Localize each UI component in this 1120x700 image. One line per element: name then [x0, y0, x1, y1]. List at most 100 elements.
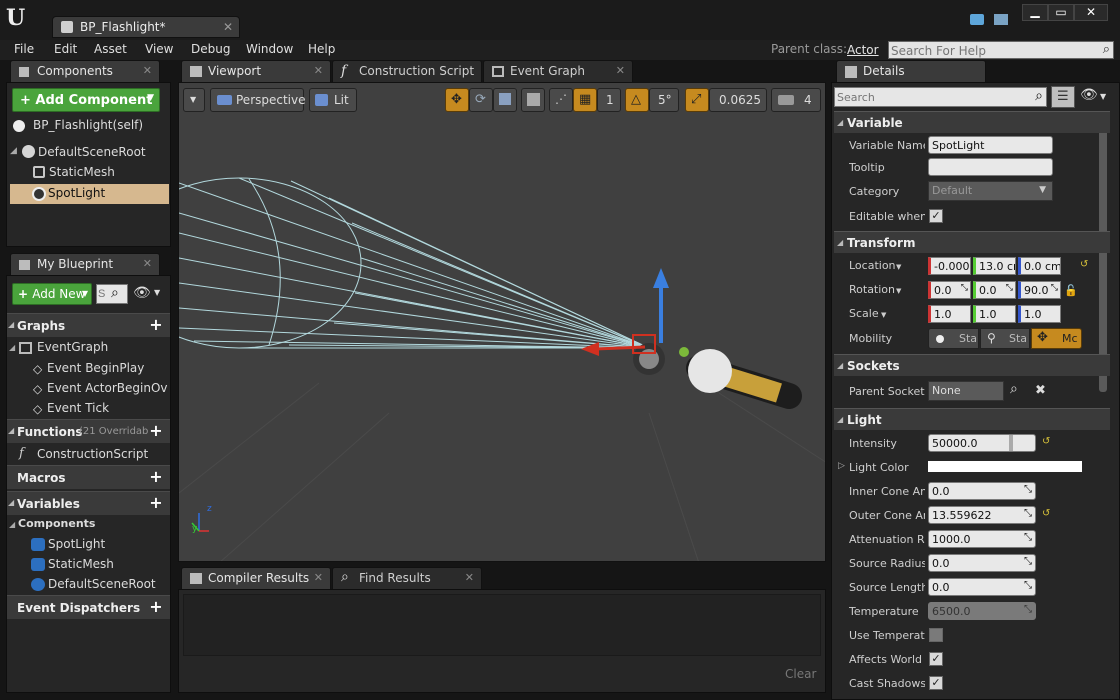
lock-icon[interactable]: 🔓	[1064, 284, 1078, 297]
outer-cone-field[interactable]: 13.559622 ⤡	[928, 506, 1036, 524]
tab-find-results[interactable]: ⌕ Find Results ✕	[332, 567, 482, 589]
tree-item-staticmesh[interactable]: StaticMesh	[49, 165, 115, 179]
document-tab[interactable]: BP_Flashlight* ✕	[52, 16, 240, 38]
grid-snap-value[interactable]: 1	[597, 88, 621, 112]
tab-construction-script[interactable]: f Construction Script	[332, 60, 482, 82]
collapse-arrow-icon[interactable]: ◢	[9, 520, 15, 529]
menu-debug[interactable]: Debug	[191, 42, 230, 56]
functions-section-header[interactable]: ◢ Functions (21 Overridab +	[7, 419, 170, 443]
close-icon[interactable]: ✕	[465, 571, 474, 584]
close-icon[interactable]: ✕	[314, 571, 323, 584]
macros-section-header[interactable]: Macros +	[7, 465, 170, 489]
light-section-header[interactable]: ◢ Light	[834, 408, 1110, 430]
scale-x-field[interactable]: 1.0	[928, 305, 971, 323]
blueprint-search-input[interactable]	[98, 287, 110, 301]
graphs-section-header[interactable]: ◢ Graphs +	[7, 313, 170, 337]
property-matrix-button[interactable]: ☰	[1051, 86, 1075, 108]
variable-item-defaultsceneroot[interactable]: DefaultSceneRoot	[48, 577, 156, 591]
tab-details[interactable]: Details	[836, 60, 986, 82]
add-variable-button[interactable]: +	[148, 495, 164, 511]
help-search[interactable]: ⌕	[888, 41, 1114, 59]
editable-checkbox[interactable]: ✓	[929, 209, 943, 223]
mobility-stationary-button[interactable]: ⚲ Sta	[980, 328, 1030, 349]
close-tab-icon[interactable]: ✕	[223, 20, 233, 34]
add-component-button[interactable]: + Add Component ▼	[12, 88, 160, 112]
variables-section-header[interactable]: ◢ Variables +	[7, 491, 170, 515]
add-macro-button[interactable]: +	[148, 469, 164, 485]
variable-item-staticmesh[interactable]: StaticMesh	[48, 557, 114, 571]
close-icon[interactable]: ✕	[616, 64, 625, 77]
viewport[interactable]: z y ▼ Perspective Lit ✥ ⟳ ⋰ ▦ 1 △ 5° ⤢ 0…	[178, 82, 826, 562]
feedback-icon[interactable]	[994, 14, 1008, 25]
chat-icon[interactable]	[970, 14, 984, 25]
eye-icon[interactable]: 👁	[133, 285, 151, 301]
tab-viewport[interactable]: Viewport ✕	[181, 60, 331, 82]
details-search-input[interactable]	[837, 90, 1017, 105]
location-z-field[interactable]: 0.0 cm	[1018, 257, 1061, 275]
viewport-options-button[interactable]: ▼	[183, 88, 205, 112]
dropdown-arrow-icon[interactable]: ▼	[881, 311, 886, 319]
menu-help[interactable]: Help	[308, 42, 335, 56]
graph-item-actorbeginoverlap[interactable]: Event ActorBeginOv	[47, 381, 168, 395]
world-local-button[interactable]	[521, 88, 545, 112]
tab-my-blueprint[interactable]: My Blueprint ✕	[10, 253, 160, 275]
mobility-movable-button[interactable]: ✥ Mc	[1031, 328, 1082, 349]
search-icon[interactable]: ⌕	[1010, 381, 1018, 397]
tree-item-defaultsceneroot[interactable]: DefaultSceneRoot	[38, 145, 146, 159]
scale-snap-value[interactable]: 0.0625	[709, 88, 767, 112]
attenuation-field[interactable]: 1000.0 ⤡	[928, 530, 1036, 548]
parent-socket-field[interactable]: None	[928, 381, 1004, 401]
function-item-constructionscript[interactable]: ConstructionScript	[37, 447, 148, 461]
add-graph-button[interactable]: +	[148, 317, 164, 333]
scale-snap-button[interactable]: ⤢	[685, 88, 709, 112]
intensity-field[interactable]: 50000.0	[928, 434, 1036, 452]
help-search-input[interactable]	[891, 43, 1091, 58]
variable-item-spotlight[interactable]: SpotLight	[48, 537, 105, 551]
reset-to-default-icon[interactable]: ↺	[1080, 259, 1088, 270]
location-label[interactable]: Location	[849, 259, 896, 272]
camera-speed-button[interactable]: 4	[771, 88, 821, 112]
graph-item-tick[interactable]: Event Tick	[47, 401, 109, 415]
surface-snap-button[interactable]: ⋰	[549, 88, 573, 112]
blueprint-search-field[interactable]: ⌕	[96, 284, 128, 304]
scale-mode-button[interactable]	[493, 88, 517, 112]
add-dispatcher-button[interactable]: +	[148, 599, 164, 615]
close-icon[interactable]: ✕	[314, 64, 323, 77]
rotation-label[interactable]: Rotation	[849, 283, 895, 296]
close-window-button[interactable]: ✕	[1074, 4, 1108, 21]
collapse-arrow-icon[interactable]: ◢	[9, 343, 15, 352]
clear-button[interactable]: Clear	[785, 667, 816, 681]
translate-mode-button[interactable]: ✥	[445, 88, 469, 112]
add-function-button[interactable]: +	[148, 423, 164, 439]
cast-shadows-checkbox[interactable]: ✓	[929, 676, 943, 690]
menu-edit[interactable]: Edit	[54, 42, 77, 56]
graph-item-eventgraph[interactable]: EventGraph	[37, 340, 108, 354]
source-length-field[interactable]: 0.0 ⤡	[928, 578, 1036, 596]
view-options-arrow-icon[interactable]: ▼	[154, 288, 160, 297]
tab-event-graph[interactable]: Event Graph ✕	[483, 60, 633, 82]
scale-label[interactable]: Scale	[849, 307, 879, 320]
variable-name-field[interactable]: SpotLight	[928, 136, 1053, 154]
scale-y-field[interactable]: 1.0	[973, 305, 1016, 323]
affects-world-checkbox[interactable]: ✓	[929, 652, 943, 666]
scale-z-field[interactable]: 1.0	[1018, 305, 1061, 323]
parent-class-link[interactable]: Actor	[847, 43, 879, 57]
clear-icon[interactable]: ✖	[1035, 383, 1046, 398]
mobility-static-button[interactable]: Sta	[928, 328, 979, 349]
rotation-snap-button[interactable]: △	[625, 88, 649, 112]
expand-arrow-icon[interactable]: ▷	[838, 461, 845, 471]
event-dispatchers-section-header[interactable]: Event Dispatchers +	[7, 595, 170, 619]
view-options-arrow-icon[interactable]: ▼	[1100, 92, 1106, 101]
add-new-button[interactable]: + Add New ▼	[12, 283, 92, 305]
close-icon[interactable]: ✕	[143, 257, 152, 270]
source-radius-field[interactable]: 0.0 ⤡	[928, 554, 1036, 572]
tab-compiler-results[interactable]: Compiler Results ✕	[181, 567, 331, 589]
location-x-field[interactable]: -0.0000	[928, 257, 971, 275]
maximize-button[interactable]: ▭	[1048, 4, 1074, 21]
reset-to-default-icon[interactable]: ↺	[1042, 508, 1050, 519]
self-item[interactable]: BP_Flashlight(self)	[33, 118, 143, 132]
minimize-button[interactable]: ▁	[1022, 4, 1048, 21]
collapse-arrow-icon[interactable]: ◢	[10, 146, 17, 156]
menu-window[interactable]: Window	[246, 42, 293, 56]
reset-to-default-icon[interactable]: ↺	[1042, 436, 1050, 447]
